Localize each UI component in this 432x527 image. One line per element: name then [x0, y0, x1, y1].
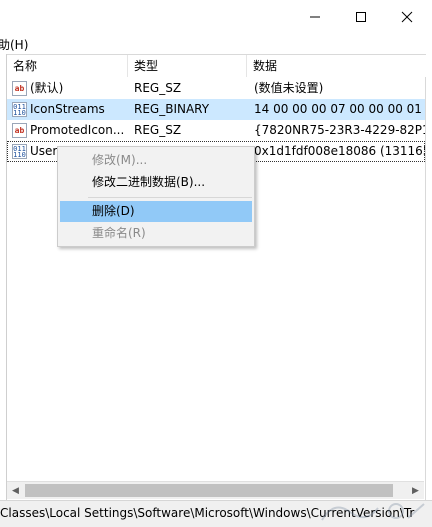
row-data: 0x1d1fdf008e18086 (1311650: [254, 141, 425, 162]
menu-item-rename[interactable]: 重命名(R): [60, 223, 252, 244]
menu-item-modify-binary[interactable]: 修改二进制数据(B)...: [60, 172, 252, 193]
watermark-logo-icon: [316, 496, 432, 526]
column-header-type[interactable]: 类型: [128, 55, 247, 77]
binary-value-icon: 011 110: [12, 144, 27, 159]
list-header: 名称 类型 数据: [7, 55, 427, 77]
context-menu: 修改(M)... 修改二进制数据(B)... 删除(D) 重命名(R): [57, 146, 255, 247]
title-bar: [0, 0, 432, 34]
menu-item-modify[interactable]: 修改(M)...: [60, 150, 252, 171]
tree-pane-edge[interactable]: [0, 54, 7, 500]
table-row[interactable]: ab (默认) REG_SZ (数值未设置): [7, 78, 425, 99]
row-data: (数值未设置): [254, 78, 425, 99]
row-type: REG_BINARY: [134, 99, 246, 120]
row-data: 14 00 00 00 07 00 00 00 01 00: [254, 99, 425, 120]
row-type: REG_SZ: [134, 78, 246, 99]
minimize-button[interactable]: [292, 0, 338, 34]
binary-value-icon: 011 110: [12, 102, 27, 117]
menu-separator: [88, 197, 252, 198]
column-header-data[interactable]: 数据: [247, 55, 427, 77]
column-header-name[interactable]: 名称: [7, 55, 128, 77]
close-icon: [401, 11, 413, 23]
maximize-button[interactable]: [338, 0, 384, 34]
table-row-selected[interactable]: 011 110 IconStreams REG_BINARY 14 00 00 0…: [7, 99, 425, 120]
row-type: REG_SZ: [134, 120, 246, 141]
string-value-icon: ab: [12, 81, 27, 96]
menu-bar: 助(H): [0, 34, 432, 54]
string-value-icon: ab: [12, 123, 27, 138]
table-row[interactable]: ab PromotedIcon... REG_SZ {7820NR75-23R3…: [7, 120, 425, 141]
minimize-icon: [309, 11, 321, 23]
row-name: (默认): [30, 78, 127, 99]
menu-help[interactable]: 助(H): [0, 36, 28, 53]
row-name: PromotedIcon...: [30, 120, 127, 141]
row-data: {7820NR75-23R3-4229-82P1-F: [254, 120, 425, 141]
menu-item-delete[interactable]: 删除(D): [60, 201, 252, 222]
close-button[interactable]: [384, 0, 430, 34]
row-name: IconStreams: [30, 99, 127, 120]
maximize-icon: [355, 11, 367, 23]
scroll-left-icon[interactable]: ◀: [7, 482, 24, 499]
